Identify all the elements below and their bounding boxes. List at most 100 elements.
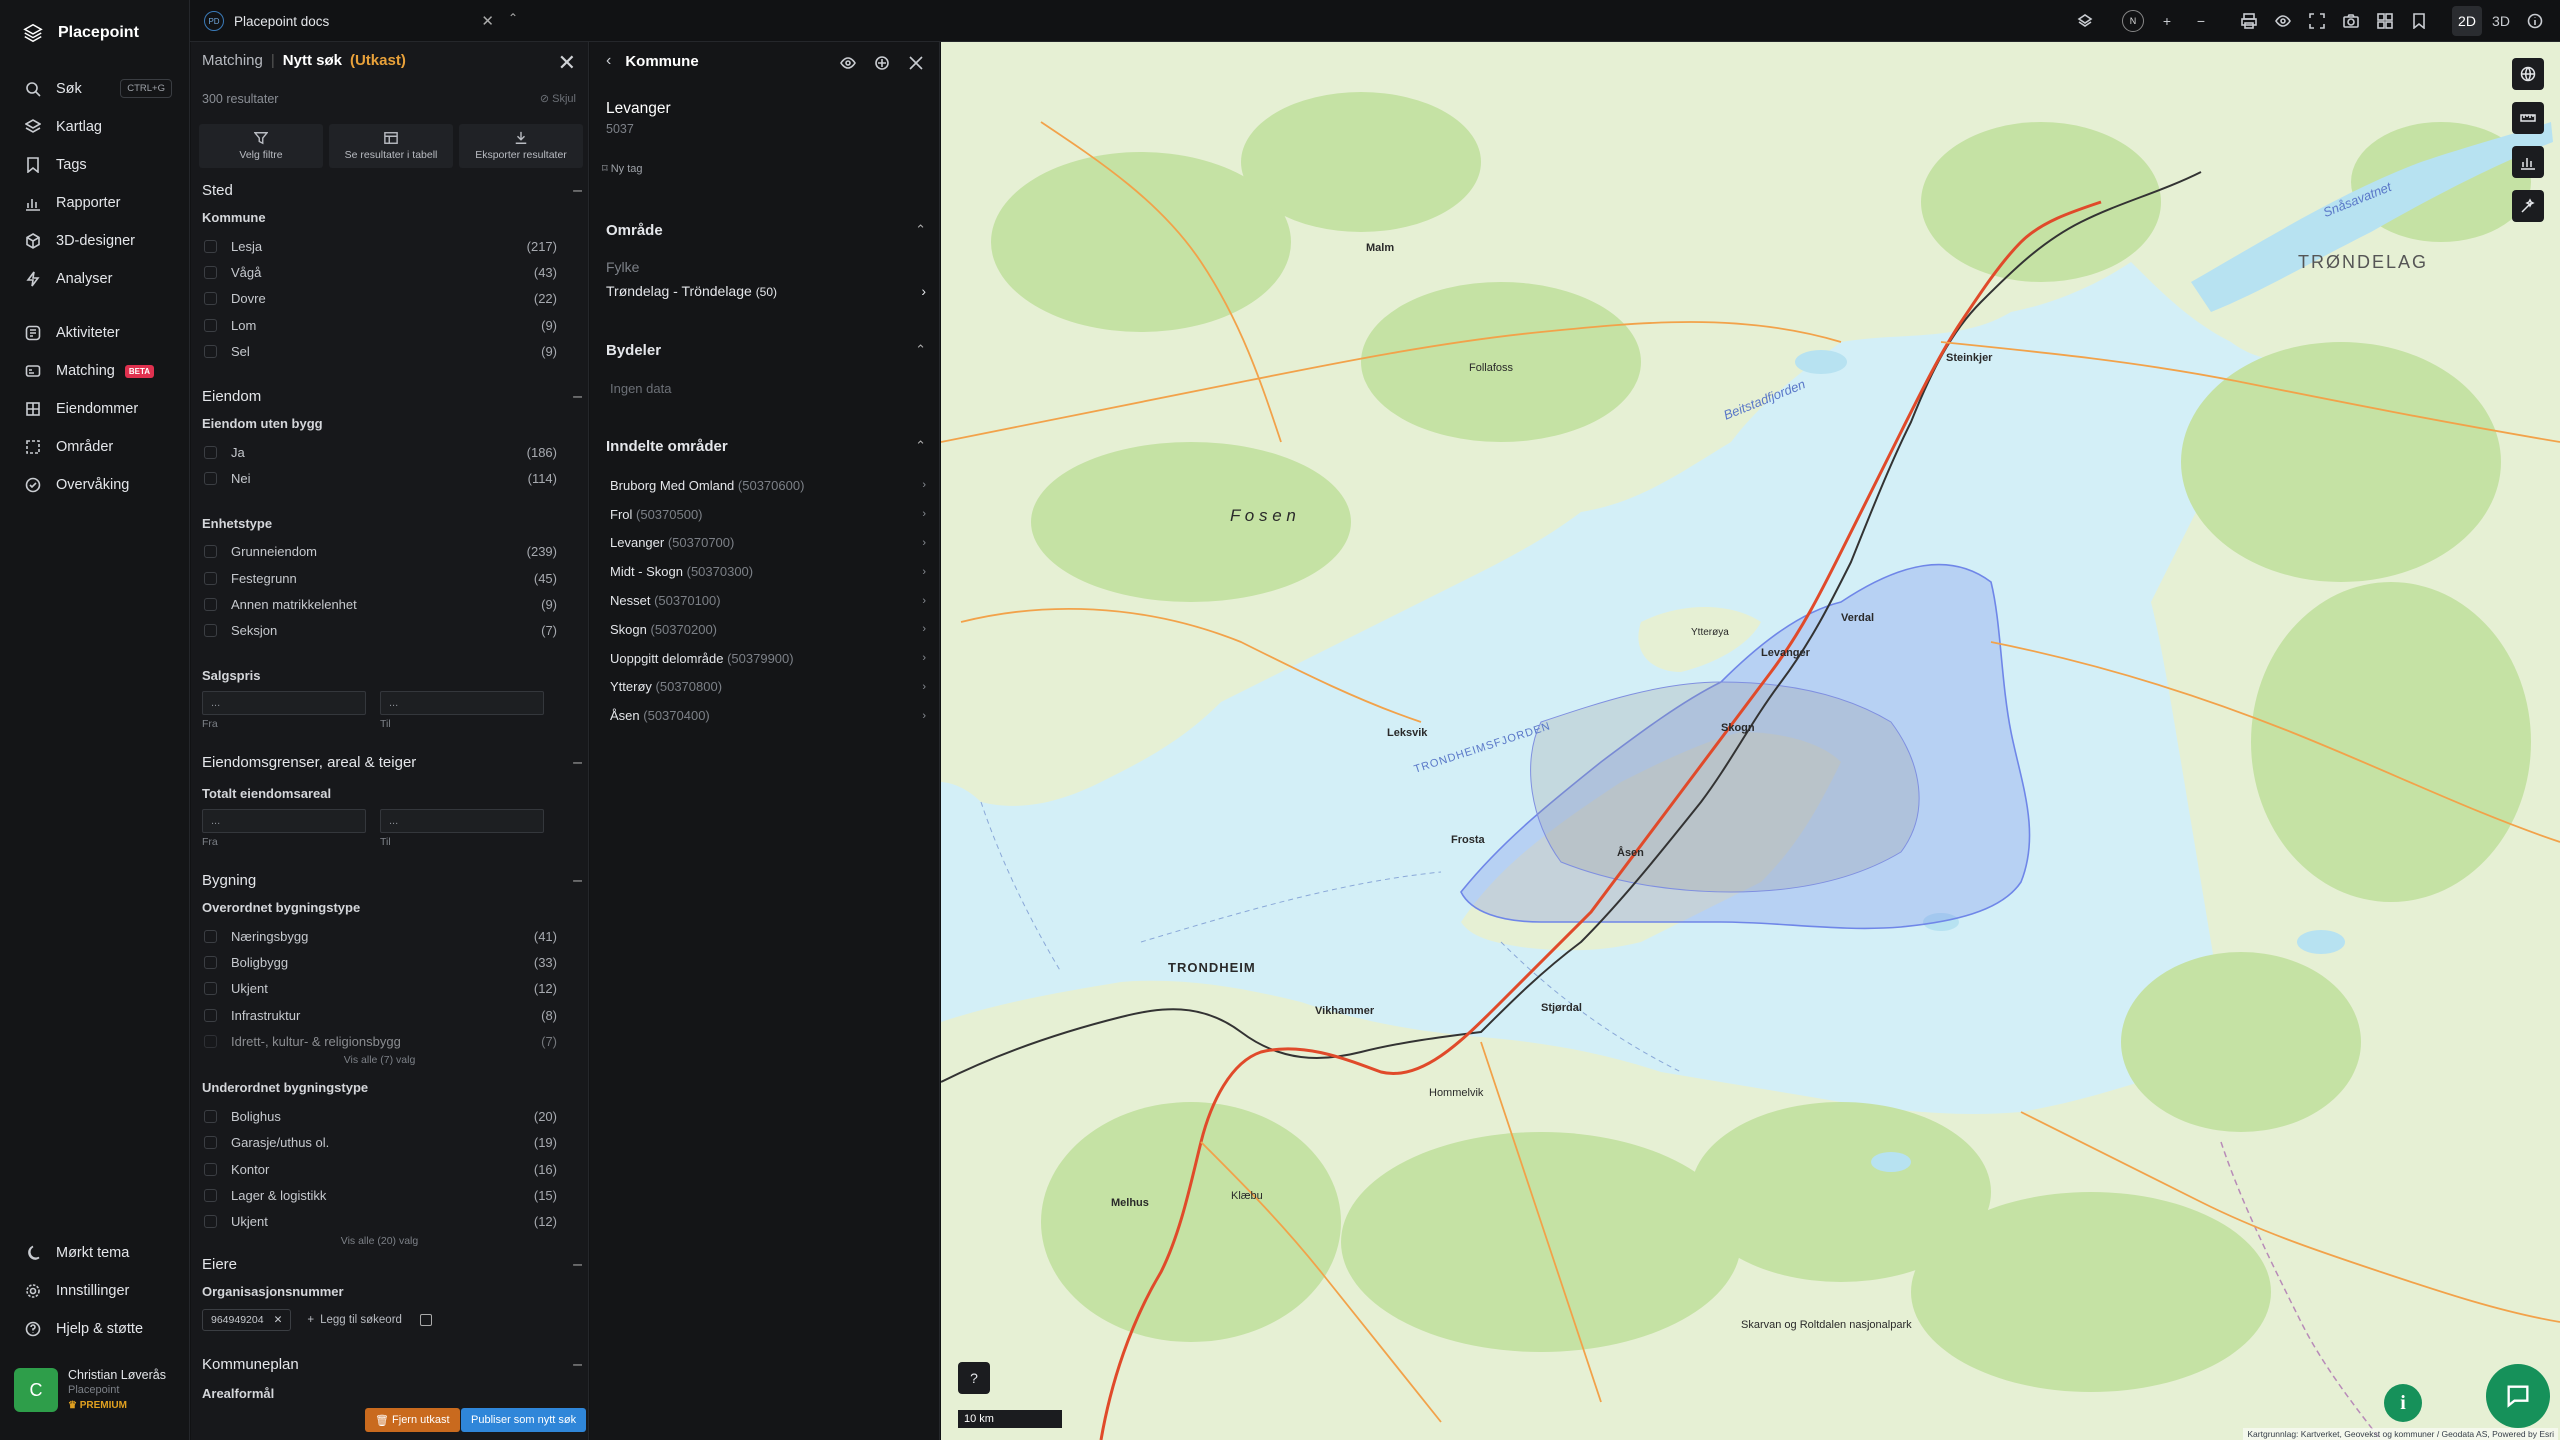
map-tools-control[interactable] [2512, 190, 2544, 222]
nav-item-rapporter[interactable]: Rapporter [0, 184, 190, 222]
org-number-chip[interactable]: 964949204 ✕ [202, 1309, 292, 1331]
checkbox[interactable] [204, 955, 217, 969]
checkbox[interactable] [204, 1008, 217, 1022]
list-item[interactable]: Midt - Skogn (50370300) › [606, 557, 926, 586]
bookmark-icon[interactable] [2404, 6, 2434, 36]
section-header[interactable]: Eiere – [202, 1256, 582, 1278]
show-all-link[interactable]: Vis alle (20) valg [202, 1235, 582, 1247]
filter-option[interactable]: Lom (9) [202, 312, 582, 338]
checkbox[interactable] [204, 1189, 217, 1203]
filter-option[interactable]: Nei (114) [202, 465, 582, 491]
filter-option[interactable]: Ukjent (12) [202, 976, 582, 1002]
collapse-icon[interactable]: – [573, 754, 582, 776]
checkbox[interactable] [204, 1215, 217, 1229]
collapse-icon[interactable]: – [573, 1356, 582, 1378]
collapse-icon[interactable]: – [573, 1256, 582, 1278]
nav-item-tags[interactable]: Tags [0, 146, 190, 184]
checkbox[interactable] [204, 1162, 217, 1176]
grid-icon[interactable] [2370, 6, 2400, 36]
section-header[interactable]: Sted – [202, 182, 582, 204]
section-header[interactable]: Eiendom – [202, 388, 582, 410]
eye-icon[interactable] [833, 50, 863, 76]
nav-item-kartlag[interactable]: Kartlag [0, 108, 190, 146]
nav-item-overvaking[interactable]: Overvåking [0, 466, 190, 504]
filter-option[interactable]: Dovre (22) [202, 286, 582, 312]
filter-option[interactable]: Infrastruktur (8) [202, 1002, 582, 1028]
checkbox[interactable] [204, 344, 217, 358]
remove-chip-icon[interactable]: ✕ [274, 1314, 283, 1326]
brand[interactable]: Placepoint [22, 22, 139, 44]
list-item[interactable]: Frol (50370500) › [606, 500, 926, 529]
list-item[interactable]: Uoppgitt delområde (50379900) › [606, 644, 926, 673]
export-results-button[interactable]: Eksporter resultater [459, 124, 583, 168]
checkbox[interactable] [204, 292, 217, 306]
nav-item-analyser[interactable]: Analyser [0, 260, 190, 298]
add-keyword-button[interactable]: + Legg til søkeord [307, 1314, 402, 1326]
camera-icon[interactable] [2336, 6, 2366, 36]
checkbox[interactable] [204, 1136, 217, 1150]
section-header[interactable]: Kommuneplan – [202, 1356, 582, 1378]
list-item[interactable]: Skogn (50370200) › [606, 615, 926, 644]
filter-option[interactable]: Seksjon (7) [202, 617, 582, 643]
nav-item-search[interactable]: Søk CTRL+G [0, 70, 190, 108]
map-layers-control[interactable] [2512, 58, 2544, 90]
map-chart-control[interactable] [2512, 146, 2544, 178]
remove-draft-button[interactable]: 🗑 Fjern utkast [365, 1408, 460, 1432]
copy-icon[interactable] [419, 1314, 432, 1326]
layers-stack-icon[interactable] [2070, 6, 2100, 36]
collapse-icon[interactable]: – [573, 872, 582, 894]
salgspris-to-input[interactable]: ... [380, 690, 544, 715]
nav-item-matching[interactable]: Matching BETA [0, 352, 190, 390]
info-icon[interactable] [2520, 6, 2550, 36]
checkbox[interactable] [204, 471, 217, 485]
filter-option[interactable]: Næringsbygg (41) [202, 923, 582, 949]
mode-3d-button[interactable]: 3D [2486, 6, 2516, 36]
choose-filters-button[interactable]: Velg filtre [199, 124, 323, 168]
checkbox[interactable] [204, 318, 217, 332]
collapse-icon[interactable]: – [573, 182, 582, 204]
filter-option[interactable]: Boligbygg (33) [202, 949, 582, 975]
chevron-up-icon[interactable]: ⌃ [915, 342, 926, 359]
info-button[interactable]: i [2384, 1384, 2422, 1422]
map-canvas[interactable]: TRONDHEIM TRØNDELAG F o s e n TRONDHEIMS… [941, 42, 2560, 1440]
chevron-updown-icon[interactable]: ⌃ [508, 11, 518, 25]
filter-option[interactable]: Sel (9) [202, 338, 582, 364]
checkbox[interactable] [204, 239, 217, 253]
back-icon[interactable]: ‹ [606, 52, 611, 70]
nav-item-aktiviteter[interactable]: Aktiviteter [0, 314, 190, 352]
nav-item-omrader[interactable]: Områder [0, 428, 190, 466]
hide-button[interactable]: ⊘ Skjul [540, 92, 576, 105]
breadcrumb-matching[interactable]: Matching [202, 52, 263, 69]
locate-icon[interactable] [867, 50, 897, 76]
show-all-link[interactable]: Vis alle (7) valg [202, 1054, 582, 1066]
list-item[interactable]: Ytterøy (50370800) › [606, 673, 926, 702]
list-item[interactable]: Levanger (50370700) › [606, 529, 926, 558]
block-header[interactable]: Bydeler ⌃ [606, 342, 926, 359]
new-tag-button[interactable]: ⌑ Ny tag [602, 162, 643, 175]
filter-option[interactable]: Annen matrikkelenhet (9) [202, 591, 582, 617]
section-header[interactable]: Eiendomsgrenser, areal & teiger – [202, 754, 582, 776]
close-icon[interactable]: ✕ [558, 50, 576, 76]
zoom-out-button[interactable]: − [2186, 6, 2216, 36]
areal-from-input[interactable]: ... [202, 809, 366, 833]
filter-option[interactable]: Lager & logistikk (15) [202, 1182, 582, 1208]
filter-option[interactable]: Lesja (217) [202, 233, 582, 259]
nav-item-eiendommer[interactable]: Eiendommer [0, 390, 190, 428]
checkbox[interactable] [204, 1034, 217, 1048]
filter-option[interactable]: Grunneiendom (239) [202, 539, 582, 565]
checkbox[interactable] [204, 445, 217, 459]
checkbox[interactable] [204, 982, 217, 996]
filter-option[interactable]: Ja (186) [202, 439, 582, 465]
filter-option[interactable]: Vågå (43) [202, 259, 582, 285]
section-header[interactable]: Bygning – [202, 872, 582, 894]
filter-option[interactable]: Festegrunn (45) [202, 565, 582, 591]
areal-to-input[interactable]: ... [380, 809, 544, 833]
checkbox[interactable] [204, 624, 217, 638]
filter-option[interactable]: Idrett-, kultur- & religionsbygg (7) [202, 1028, 582, 1054]
chevron-up-icon[interactable]: ⌃ [915, 438, 926, 455]
collapse-icon[interactable]: – [573, 388, 582, 410]
list-item[interactable]: Nesset (50370100) › [606, 586, 926, 615]
nav-item-dark-theme[interactable]: Mørkt tema [0, 1234, 190, 1272]
checkbox[interactable] [204, 929, 217, 943]
publish-search-button[interactable]: Publiser som nytt søk [461, 1408, 587, 1432]
